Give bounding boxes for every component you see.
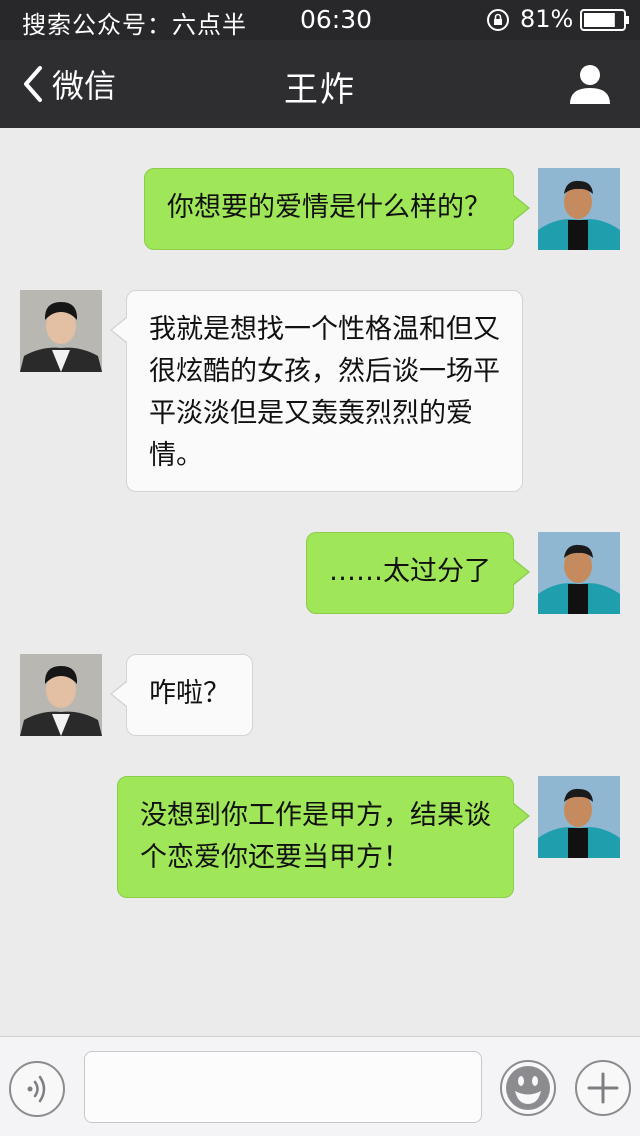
message-bubble-received[interactable]: 我就是想找一个性格温和但又 很炫酷的女孩，然后谈一场平 平淡淡但是又轰轰烈烈的爱… [110,290,523,492]
plus-icon [587,1072,619,1104]
avatar-contact[interactable] [20,290,102,372]
message-text-line: 没想到你工作是甲方，结果谈 [140,800,491,831]
chat-screen: 搜索公众号：六点半 06:30 81% 微信 王炸 你想要的爱情是什么样的？ 我… [0,0,640,1136]
message-text-line: 情。 [149,440,203,471]
avatar-self[interactable] [538,168,620,250]
message-text-line: 咋啦？ [149,678,230,709]
battery-icon [580,9,630,31]
message-bubble-sent[interactable]: ……太过分了 [306,532,530,614]
rotation-lock-icon [486,8,510,32]
chat-title: 王炸 [284,70,356,110]
avatar-self[interactable] [538,532,620,614]
person-icon [570,65,610,104]
message-input[interactable] [84,1051,482,1123]
message-bubble-sent[interactable]: 没想到你工作是甲方，结果谈 个恋爱你还要当甲方！ [117,776,530,898]
avatar-contact[interactable] [20,654,102,736]
more-button[interactable] [575,1060,631,1116]
message-text-line: 个恋爱你还要当甲方！ [140,842,410,873]
profile-button[interactable] [568,62,612,106]
battery-percent: 81% [520,5,574,33]
input-bar [0,1036,640,1136]
smiley-icon [506,1066,550,1110]
message-text-line: ……太过分了 [329,556,491,587]
voice-icon [27,1075,46,1103]
voice-button[interactable] [9,1061,65,1117]
message-bubble-received[interactable]: 咋啦？ [110,654,253,736]
message-text-line: 我就是想找一个性格温和但又 [149,314,500,345]
status-carrier: 搜索公众号：六点半 [22,11,247,39]
nav-bar: 微信 王炸 [0,40,640,128]
emoji-button[interactable] [500,1060,556,1116]
message-text-line: 很炫酷的女孩，然后谈一场平 [149,356,500,387]
message-text-line: 你想要的爱情是什么样的？ [167,192,491,223]
message-text-line: 平淡淡但是又轰轰烈烈的爱 [149,398,473,429]
message-list: 你想要的爱情是什么样的？ 我就是想找一个性格温和但又 很炫酷的女孩，然后谈一场平… [0,128,640,1036]
message-bubble-sent[interactable]: 你想要的爱情是什么样的？ [144,168,530,250]
avatar-self[interactable] [538,776,620,858]
status-time: 06:30 [300,5,373,34]
status-bar: 搜索公众号：六点半 06:30 81% [0,0,640,40]
